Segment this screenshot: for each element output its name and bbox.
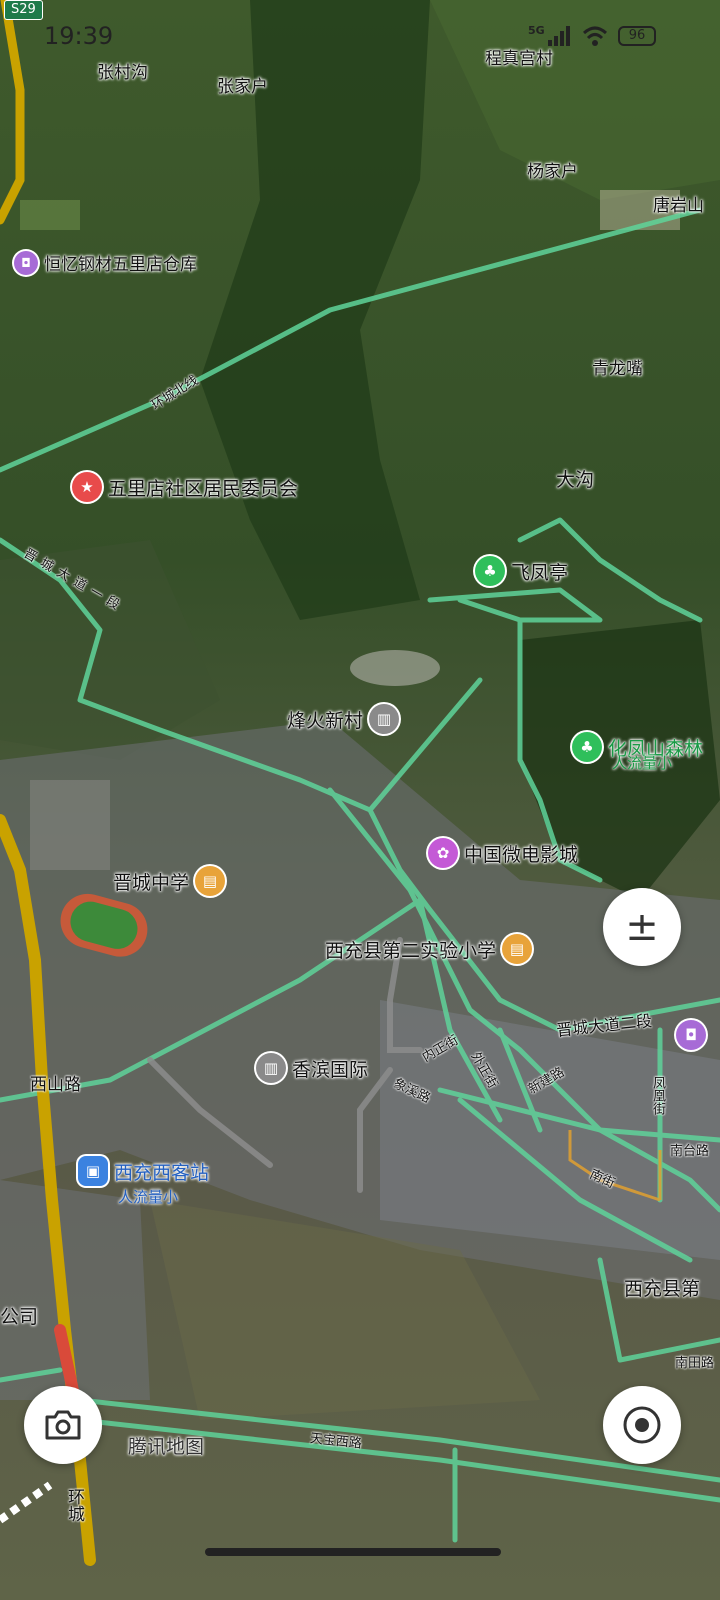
place-label: 杨家户 [527,162,578,182]
poi-fenghuoxincun[interactable]: 烽火新村 ▥ [287,704,400,734]
place-label: 公司 [0,1306,39,1328]
poi-keyunzhan[interactable]: ▣ 西充西客站 [78,1156,209,1186]
building-icon: ▥ [369,704,400,734]
map-watermark: 腾讯地图 [128,1436,205,1458]
place-label: 唐岩山 [653,196,704,216]
status-bar: 19:39 S29 5G 96 [0,0,720,64]
book-icon: ▤ [502,934,533,964]
poi-crowd-label: 人流量小 [118,1188,179,1206]
wifi-icon [582,26,608,46]
highway-shield: S29 [4,0,43,20]
satellite-map[interactable] [0,0,720,1600]
zoom-button[interactable]: ± [603,888,681,966]
place-label: 大沟 [556,469,595,491]
road-label: 南田路 [675,1356,715,1371]
place-label: 西充县第 [624,1278,701,1300]
road-label: 南台路 [670,1144,710,1159]
poi-hengyi[interactable]: ◘ 恒忆钢材五里店仓库 [14,250,197,275]
battery-icon: 96 [618,26,656,46]
camera-icon [45,1410,81,1440]
camera-button[interactable] [24,1386,102,1464]
star-icon: ★ [72,472,102,502]
bag-icon: ◘ [676,1020,706,1050]
bus-icon: ▣ [78,1156,108,1186]
zoom-icon: ± [625,904,659,950]
poi-xiangbin[interactable]: ▥ 香滨国际 [256,1053,368,1083]
road-label: 西山路 [30,1075,81,1095]
bag-icon: ◘ [14,250,38,275]
network-label: 5G [528,24,545,37]
road-label: 凤凰街 [650,1076,665,1115]
place-label: 张村沟 [97,63,148,83]
poi-shop-partial[interactable]: ◘ [676,1020,706,1050]
film-icon: ✿ [428,838,458,868]
locate-button[interactable] [603,1386,681,1464]
locate-icon [623,1406,661,1444]
poi-crowd-label: 人流量小 [612,754,673,772]
building-icon: ▥ [256,1053,286,1083]
place-label: 张家户 [217,77,268,97]
place-label: 程真宫村 [485,49,553,69]
road-label: 环城 [64,1488,84,1522]
tree-icon: ♣ [572,732,602,762]
poi-wulidian[interactable]: ★ 五里店社区居民委员会 [72,472,298,502]
place-label: 青龙嘴 [592,359,643,379]
status-time: 19:39 [44,22,114,50]
poi-weidianying[interactable]: ✿ 中国微电影城 [428,838,578,868]
poi-feifengting[interactable]: ♣ 飞凤亭 [475,556,568,586]
home-indicator[interactable] [205,1548,501,1556]
poi-jinchengzhongxue[interactable]: 晋城中学 ▤ [113,866,226,896]
poi-dier-shiyan[interactable]: 西充县第二实验小学 ▤ [325,934,533,964]
book-icon: ▤ [195,866,226,896]
tree-icon: ♣ [475,556,505,586]
